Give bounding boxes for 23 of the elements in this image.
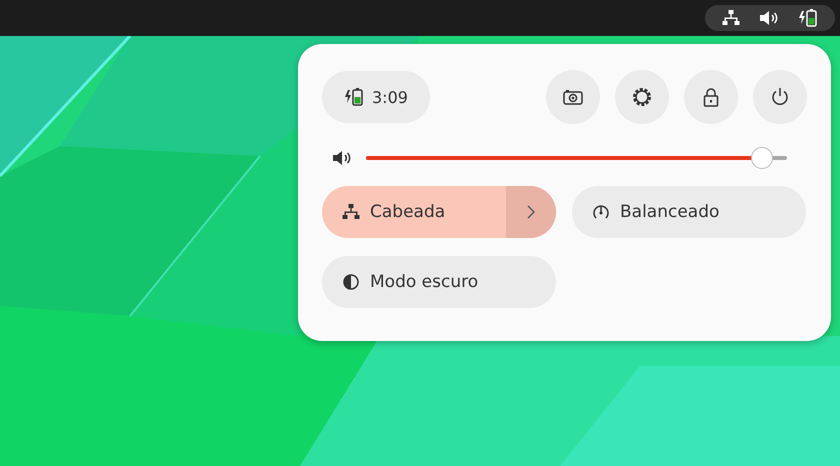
chevron-icon [527, 205, 535, 219]
quick-toggle[interactable]: Cabeada [322, 186, 556, 238]
quick-toggle[interactable]: Balanceado [572, 186, 806, 238]
toggle-label: Modo escuro [370, 272, 478, 292]
battery-status[interactable]: 3:09 [322, 71, 430, 123]
volume-icon [332, 150, 352, 166]
power-icon [770, 87, 790, 107]
gauge-icon [592, 203, 610, 221]
toggle-label: Balanceado [620, 202, 720, 222]
settings-icon [631, 86, 653, 108]
battery-time: 3:09 [372, 88, 408, 106]
contrast-icon [342, 273, 360, 291]
system-tray[interactable] [705, 5, 835, 31]
network-icon [722, 10, 740, 26]
network-icon [342, 204, 360, 220]
battery-icon [344, 87, 364, 107]
lock-icon [703, 87, 719, 107]
quick-toggle[interactable]: Modo escuro [322, 256, 556, 308]
slider-thumb[interactable] [750, 147, 773, 169]
volume-icon [758, 10, 779, 26]
camera-icon [563, 88, 583, 106]
battery-icon [798, 8, 818, 28]
toggle-label: Cabeada [370, 202, 446, 222]
